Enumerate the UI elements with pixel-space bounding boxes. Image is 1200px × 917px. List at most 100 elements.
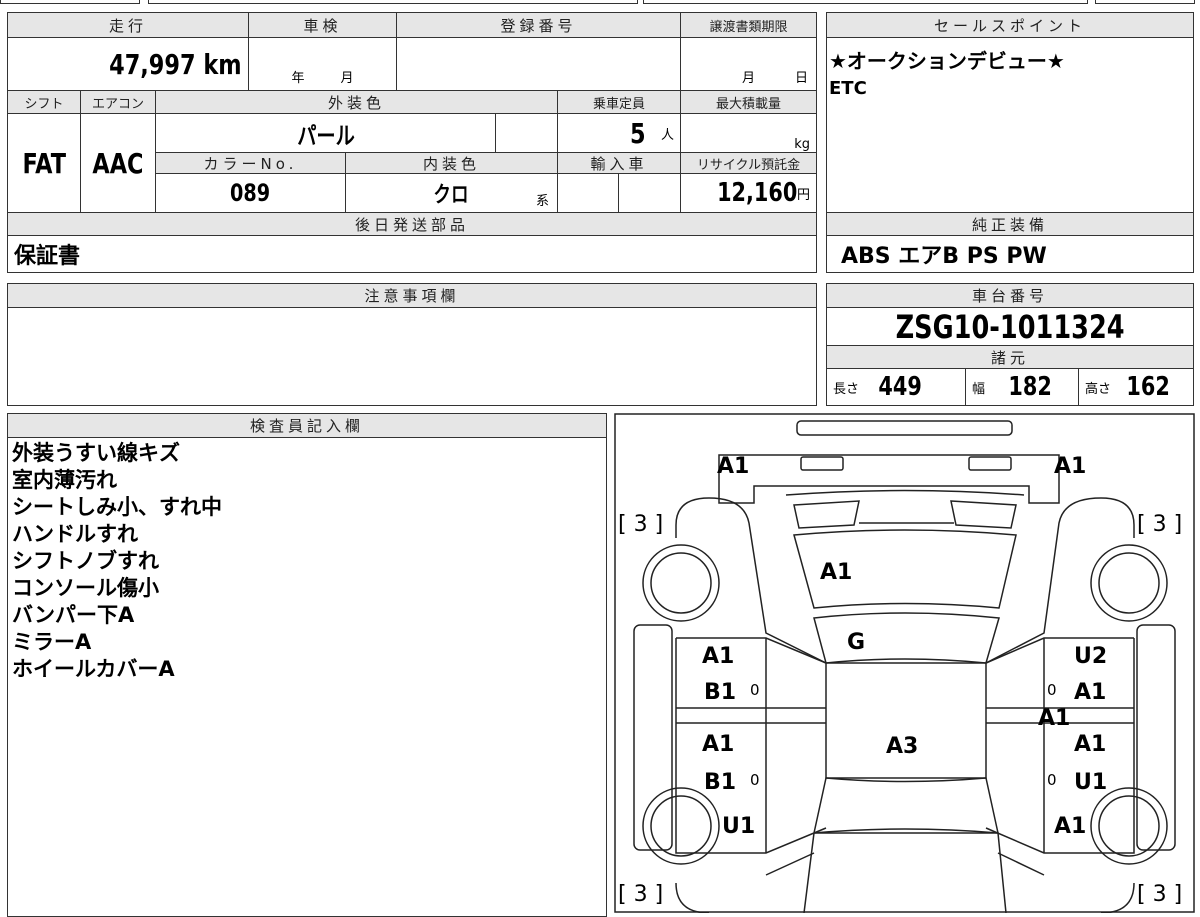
roof-panel	[825, 662, 987, 779]
deadline-value: 月日	[680, 37, 817, 91]
inspector-note: 室内薄汚れ	[12, 468, 117, 492]
trunk-outline	[718, 454, 1060, 504]
exterior-color-extra	[495, 113, 558, 153]
shift-header: シフト	[7, 90, 81, 114]
label-r-pillar: A1	[1038, 706, 1070, 731]
top-strip-cell	[0, 0, 140, 4]
mark-0: 0	[750, 681, 760, 699]
inspector-note: 外装うすい線キズ	[12, 441, 180, 465]
rear-bumper	[796, 420, 1013, 436]
mark-0: 0	[1047, 681, 1057, 699]
mileage-header: 走行	[7, 12, 249, 38]
sales-point-item: ★オークションデビュー★	[829, 49, 1065, 73]
inspection-value: 年月	[248, 37, 397, 91]
specs-header: 諸元	[826, 345, 1194, 369]
interior-color-value: クロ系	[345, 173, 558, 213]
front-glass	[813, 777, 999, 834]
tail-light-left	[800, 456, 844, 471]
inspector-note: ミラーA	[12, 630, 92, 654]
later-parts-header: 後日発送部品	[7, 212, 817, 236]
notes-content	[7, 307, 817, 406]
inspector-note: バンパー下A	[12, 603, 135, 627]
inspector-notes: 外装うすい線キズ 室内薄汚れ シートしみ小、すれ中 ハンドルすれ シフトノブすれ…	[12, 440, 222, 683]
shift-value: FAT	[7, 113, 81, 213]
inspector-note: ハンドルすれ	[12, 522, 138, 546]
sales-point-item: ETC	[829, 78, 867, 99]
import-value	[557, 173, 619, 213]
import-value-2	[618, 173, 681, 213]
rear-glass	[785, 489, 1025, 529]
capacity-header: 乗車定員	[557, 90, 681, 114]
label-lr-qtr: U1	[722, 814, 755, 839]
equipment-value: ABS エアB PS PW	[826, 235, 1194, 273]
mark-0: 0	[1047, 771, 1057, 789]
capacity-value: 5人	[557, 113, 681, 153]
right-step	[1136, 624, 1176, 851]
chassis-header: 車台番号	[826, 283, 1194, 308]
notes-header: 注意事項欄	[7, 283, 817, 308]
bracket-bl: [ 3 ]	[618, 882, 663, 907]
mileage-value: 47,997 km	[7, 37, 249, 91]
later-parts-value: 保証書	[7, 235, 817, 273]
label-rear-window: A1	[820, 560, 852, 585]
bracket-tr: [ 3 ]	[1137, 512, 1182, 537]
inspector-note: ホイールカバーA	[12, 657, 175, 681]
recycle-header: リサイクル預託金	[680, 152, 817, 174]
label-lf-door: A1	[702, 644, 734, 669]
equipment-header: 純正装備	[826, 212, 1194, 236]
recycle-value: 12,160 円	[680, 173, 817, 213]
max-load-value: kg	[680, 113, 817, 153]
inspector-note: シフトノブすれ	[12, 549, 159, 573]
max-load-header: 最大積載量	[680, 90, 817, 114]
top-strip-cell	[643, 0, 1088, 4]
label-rr-door: A1	[1074, 732, 1106, 757]
wheel-rear-right	[1098, 552, 1160, 614]
label-lr-lower: B1	[704, 770, 736, 795]
spec-width: 幅 182	[965, 368, 1079, 406]
tail-light-right	[968, 456, 1012, 471]
aircon-header: エアコン	[80, 90, 156, 114]
label-rr-lower: U1	[1074, 770, 1107, 795]
label-rf-door: U2	[1074, 644, 1107, 669]
wheel-rear-left	[650, 552, 712, 614]
label-rr-qtr: A1	[1054, 814, 1086, 839]
sales-point-content: ★オークションデビュー★ ETC	[826, 37, 1194, 213]
chassis-value: ZSG10-1011324	[826, 307, 1194, 346]
hood-panel	[803, 832, 1007, 913]
label-cowl: G	[847, 630, 865, 655]
bracket-tl: [ 3 ]	[618, 512, 663, 537]
registration-value	[396, 37, 681, 91]
label-lr-door: A1	[702, 732, 734, 757]
label-roof: A3	[886, 734, 918, 759]
wheel-front-left	[650, 795, 712, 857]
label-rear-right: A1	[1054, 454, 1086, 479]
deadline-header: 譲渡書類期限	[680, 12, 817, 38]
diagram-labels: A1 A1 [ 3 ] [ 3 ] [ 3 ] [ 3 ] A1 G A3 A1…	[618, 454, 1182, 907]
label-lf-lower: B1	[704, 680, 736, 705]
car-damage-diagram: A1 A1 [ 3 ] [ 3 ] [ 3 ] [ 3 ] A1 G A3 A1…	[614, 413, 1195, 913]
aircon-value: AAC	[80, 113, 156, 213]
label-rf-lower: A1	[1074, 680, 1106, 705]
inspector-note: コンソール傷小	[12, 576, 159, 600]
top-strip-cell	[148, 0, 638, 4]
bracket-br: [ 3 ]	[1137, 882, 1182, 907]
top-strip-cell	[1095, 0, 1195, 4]
spec-length: 長さ 449	[826, 368, 966, 406]
front-fenders	[675, 852, 1135, 913]
cowl-panel	[813, 612, 1000, 664]
inspector-header: 検査員記入欄	[7, 413, 607, 438]
wheel-front-right	[1098, 795, 1160, 857]
registration-header: 登録番号	[396, 12, 681, 38]
color-no-header: カラーNo.	[155, 152, 346, 174]
spec-height: 高さ 162	[1078, 368, 1194, 406]
label-rear-left: A1	[717, 454, 749, 479]
sales-point-header: セールスポイント	[826, 12, 1194, 38]
import-header: 輸入車	[557, 152, 681, 174]
color-no-value: 089	[155, 173, 346, 213]
interior-color-header: 内装色	[345, 152, 558, 174]
mark-0: 0	[750, 771, 760, 789]
exterior-color-header: 外装色	[155, 90, 558, 114]
inspector-note: シートしみ小、すれ中	[12, 495, 222, 519]
inspection-header: 車検	[248, 12, 397, 38]
exterior-color-value: パール	[155, 113, 496, 153]
